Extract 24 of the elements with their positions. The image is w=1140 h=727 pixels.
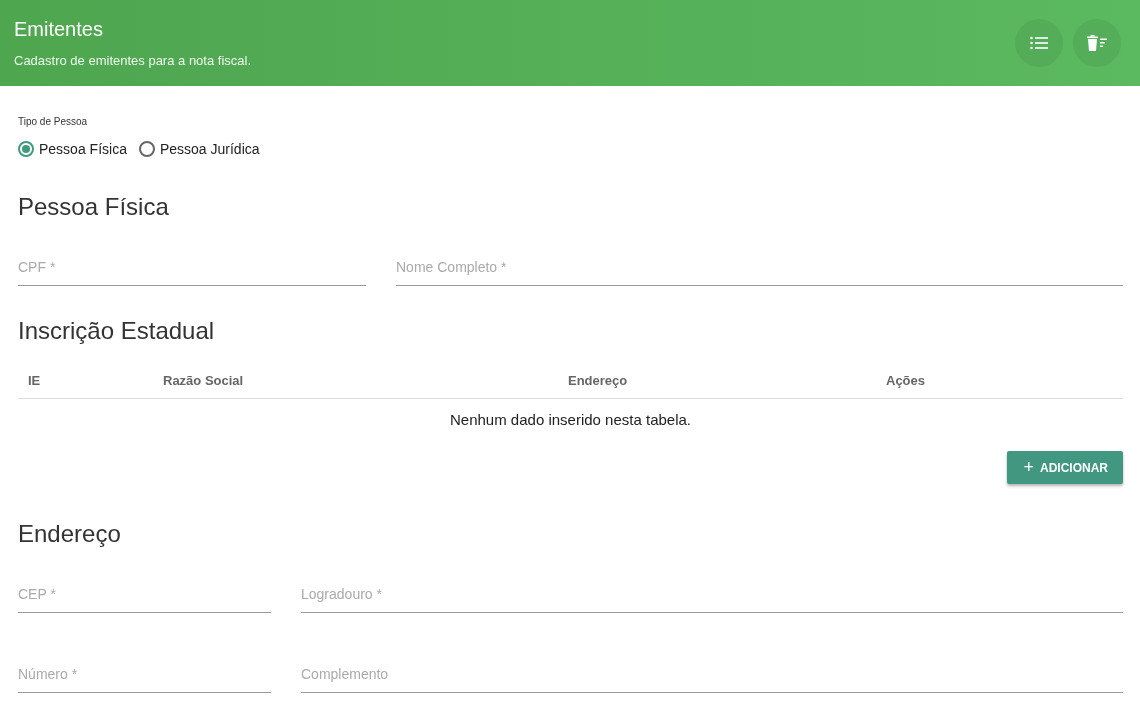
add-button[interactable]: + ADICIONAR — [1007, 451, 1123, 484]
section-heading: Inscrição Estadual — [18, 317, 216, 345]
input-field[interactable]: Nome Completo * — [396, 253, 1123, 286]
list-button[interactable] — [1015, 19, 1063, 67]
delete-list-button[interactable] — [1073, 19, 1121, 67]
radio-group-label: Tipo de Pessoa — [18, 116, 89, 127]
delete-list-icon — [1087, 35, 1107, 51]
section-heading: Endereço — [18, 520, 122, 548]
input-field[interactable]: CEP * — [18, 580, 271, 613]
page-title: Emitentes — [14, 18, 104, 41]
column-header: Endereço — [568, 373, 629, 388]
column-header: IE — [28, 373, 42, 388]
input-field[interactable]: Logradouro * — [301, 580, 1123, 613]
empty-table-message: Nenhum dado inserido nesta tabela. — [449, 410, 692, 430]
radio-option[interactable]: Pessoa Jurídica — [138, 141, 260, 157]
input-field[interactable]: Número * — [18, 660, 271, 693]
section-heading: Pessoa Física — [18, 193, 170, 221]
input-field[interactable]: Complemento — [301, 660, 1123, 693]
list-icon — [1030, 36, 1048, 50]
column-header: Razão Social — [163, 373, 245, 388]
input-field[interactable]: CPF * — [18, 253, 366, 286]
column-header: Ações — [886, 373, 927, 388]
page-subtitle: Cadastro de emitentes para a nota fiscal. — [14, 53, 252, 68]
radio-option[interactable]: Pessoa Física — [18, 141, 127, 157]
